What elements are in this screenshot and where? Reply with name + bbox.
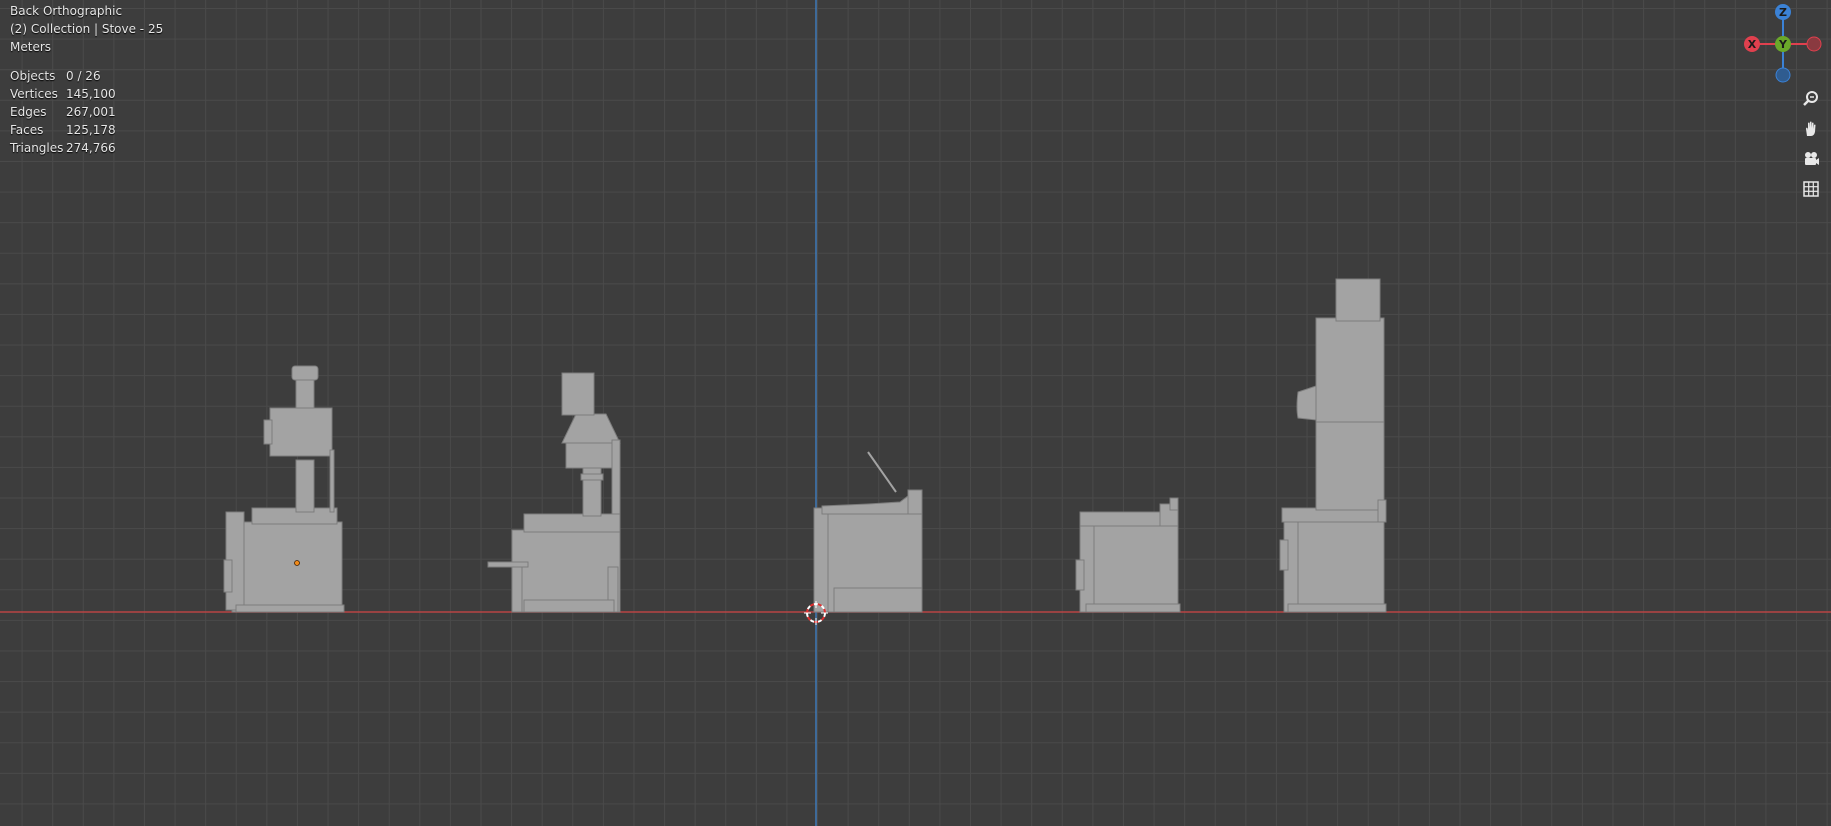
view-name: Back Orthographic	[10, 4, 123, 18]
gizmo-x-axis[interactable]: X	[1744, 36, 1760, 52]
gizmo-neg-z-axis[interactable]	[1775, 67, 1791, 83]
stat-value: 0 / 26	[66, 69, 101, 83]
3d-viewport[interactable]: Back Orthographic (2) Collection | Stove…	[0, 0, 1831, 826]
gizmo-neg-x-axis[interactable]	[1806, 36, 1822, 52]
stat-value: 274,766	[66, 141, 116, 155]
camera-view-button[interactable]	[1797, 145, 1825, 173]
stat-row-edges: Edges 267,001	[10, 103, 163, 121]
stat-row-vertices: Vertices 145,100	[10, 85, 163, 103]
stat-value: 125,178	[66, 123, 116, 137]
gizmo-y-axis[interactable]: Y	[1775, 36, 1791, 52]
scene-canvas[interactable]	[0, 0, 1831, 826]
orthographic-toggle-button[interactable]	[1797, 175, 1825, 203]
stat-row-faces: Faces 125,178	[10, 121, 163, 139]
units-label: Meters	[10, 40, 52, 54]
stat-value: 145,100	[66, 87, 116, 101]
stat-row-triangles: Triangles 274,766	[10, 139, 163, 157]
zoom-icon	[1803, 91, 1818, 106]
gizmo-y-label: Y	[1778, 38, 1788, 51]
gizmo-x-label: X	[1748, 38, 1757, 51]
collection-info: (2) Collection | Stove - 25	[10, 22, 164, 36]
stat-label: Faces	[10, 123, 44, 137]
grid-view-icon	[1803, 181, 1819, 197]
stat-label: Objects	[10, 69, 56, 83]
stove-model-1[interactable]	[223, 365, 345, 613]
stat-label: Triangles	[10, 141, 64, 155]
pan-button[interactable]	[1797, 115, 1825, 143]
camera-icon	[1805, 152, 1819, 165]
stove-model-4[interactable]	[1075, 497, 1181, 613]
stove-model-3[interactable]	[813, 451, 923, 613]
viewport-text-overlay: Back Orthographic (2) Collection | Stove…	[10, 2, 163, 157]
hand-pan-icon	[1806, 121, 1816, 136]
stat-label: Vertices	[10, 87, 58, 101]
navigation-gizmo[interactable]: Z X Y	[1730, 0, 1831, 90]
gizmo-z-label: Z	[1779, 6, 1787, 19]
gizmo-z-axis[interactable]: Z	[1775, 4, 1791, 20]
object-origin-dot	[294, 560, 300, 566]
scene-statistics: Objects 0 / 26 Vertices 145,100 Edges 26…	[10, 67, 163, 157]
stove-model-5[interactable]	[1279, 278, 1387, 613]
stat-value: 267,001	[66, 105, 116, 119]
stat-row-objects: Objects 0 / 26	[10, 67, 163, 85]
stove-model-2[interactable]	[487, 372, 621, 613]
stat-label: Edges	[10, 105, 47, 119]
zoom-button[interactable]	[1797, 85, 1825, 113]
